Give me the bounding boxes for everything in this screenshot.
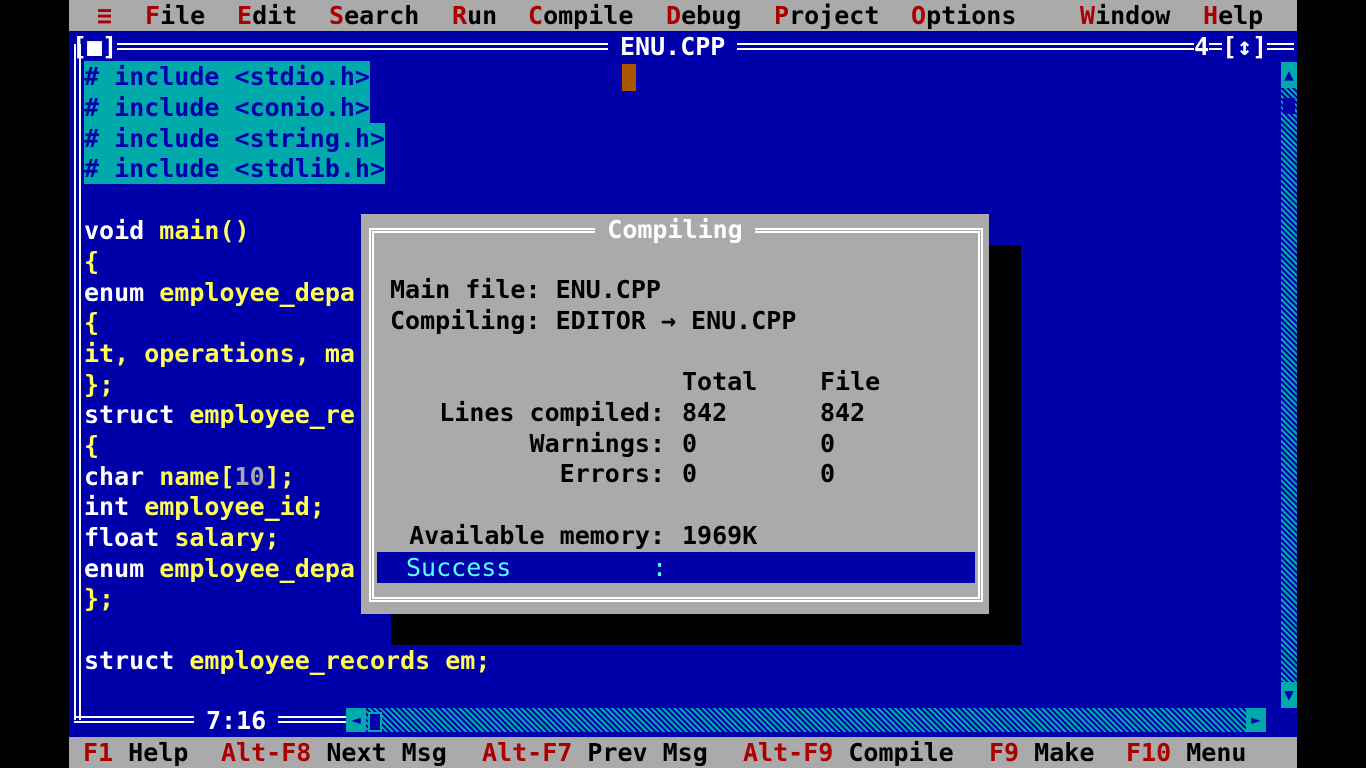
turbo-cpp-screen: ≡ File Edit Search Run Compile Debug Pro… (69, 0, 1297, 768)
help-menu[interactable]: F10 Menu (1126, 737, 1246, 768)
menu-options[interactable]: Options (911, 0, 1016, 31)
system-menu[interactable]: ≡ (97, 0, 112, 31)
lines-compiled-file: 842 (820, 398, 866, 427)
zoom-box-icon[interactable]: [↕] (1222, 31, 1268, 62)
errors-total: 0 (682, 459, 698, 488)
editor-frame-left (74, 44, 81, 720)
code-line: enum employee_depa (84, 554, 355, 583)
menu-compile[interactable]: Compile (528, 0, 633, 31)
vertical-scroll-thumb[interactable] (1283, 98, 1295, 114)
compiling-label: Compiling: EDITOR → ENU.CPP (390, 306, 797, 335)
errors-label: Errors: (559, 459, 665, 488)
errors-file: 0 (820, 459, 836, 488)
code-line: int employee_id; (84, 492, 325, 521)
code-line: char name[10]; (84, 462, 295, 491)
file-column-header: File (820, 367, 881, 396)
code-line: }; (84, 370, 115, 399)
scroll-down-icon[interactable]: ▼ (1281, 682, 1297, 708)
menu-help[interactable]: Help (1203, 0, 1263, 31)
horizontal-scroll-thumb[interactable] (368, 712, 382, 732)
window-number: 4 (1194, 31, 1210, 62)
editor-frame-top: [■] ENU.CPP 4 [↕] (72, 31, 1294, 62)
warnings-label: Warnings: (529, 429, 665, 458)
help-compile[interactable]: Alt-F9 Compile (743, 737, 954, 768)
vertical-scrollbar[interactable]: ▲ ▼ (1281, 62, 1297, 708)
editor-filename: ENU.CPP (608, 31, 738, 62)
horizontal-scrollbar[interactable]: ◄ ► (346, 708, 1266, 732)
warnings-file: 0 (820, 429, 836, 458)
code-line: enum employee_depa (84, 278, 355, 307)
available-memory-label: Available memory: (409, 521, 665, 550)
scroll-left-icon[interactable]: ◄ (346, 708, 366, 732)
code-line: float salary; (84, 523, 280, 552)
menu-file[interactable]: File (145, 0, 205, 31)
text-cursor (622, 64, 636, 91)
code-line: { (84, 247, 100, 276)
menu-bar: ≡ File Edit Search Run Compile Debug Pro… (69, 0, 1297, 31)
code-line: it, operations, ma (84, 339, 355, 368)
menu-run[interactable]: Run (452, 0, 497, 31)
help-next-msg[interactable]: Alt-F8 Next Msg (221, 737, 447, 768)
scroll-up-icon[interactable]: ▲ (1281, 62, 1297, 88)
status-bar: Success : (377, 552, 975, 583)
menu-search[interactable]: Search (329, 0, 419, 31)
lines-compiled-label: Lines compiled: (439, 398, 665, 427)
help-prev-msg[interactable]: Alt-F7 Prev Msg (482, 737, 708, 768)
code-line: void main() (84, 216, 250, 245)
code-line: # include <conio.h> (84, 92, 370, 123)
menu-window[interactable]: Window (1080, 0, 1170, 31)
scroll-right-icon[interactable]: ► (1246, 708, 1266, 732)
status-separator: : (652, 553, 668, 582)
code-line: }; (84, 584, 115, 613)
available-memory-value: 1969K (682, 521, 758, 550)
total-column-header: Total (682, 367, 758, 396)
help-f1[interactable]: F1 Help (83, 737, 188, 768)
lines-compiled-total: 842 (682, 398, 728, 427)
code-line: struct employee_re (84, 400, 355, 429)
code-line: { (84, 308, 100, 337)
status-label: Success (406, 553, 512, 582)
code-line: # include <stdlib.h> (84, 153, 386, 184)
menu-project[interactable]: Project (774, 0, 879, 31)
code-line: { (84, 431, 100, 460)
cursor-position: 7:16 (194, 705, 279, 736)
warnings-total: 0 (682, 429, 698, 458)
menu-edit[interactable]: Edit (237, 0, 297, 31)
help-make[interactable]: F9 Make (989, 737, 1094, 768)
code-line: # include <stdio.h> (84, 61, 370, 92)
help-bar: F1 Help Alt-F8 Next Msg Alt-F7 Prev Msg … (69, 737, 1297, 768)
code-line: struct employee_records em; (84, 646, 491, 675)
main-file-label: Main file: ENU.CPP (390, 275, 661, 304)
code-line: # include <string.h> (84, 123, 386, 154)
menu-debug[interactable]: Debug (666, 0, 741, 31)
dialog-title: Compiling (361, 214, 989, 245)
compiling-dialog: Compiling Main file: ENU.CPP Compiling: … (361, 214, 989, 614)
